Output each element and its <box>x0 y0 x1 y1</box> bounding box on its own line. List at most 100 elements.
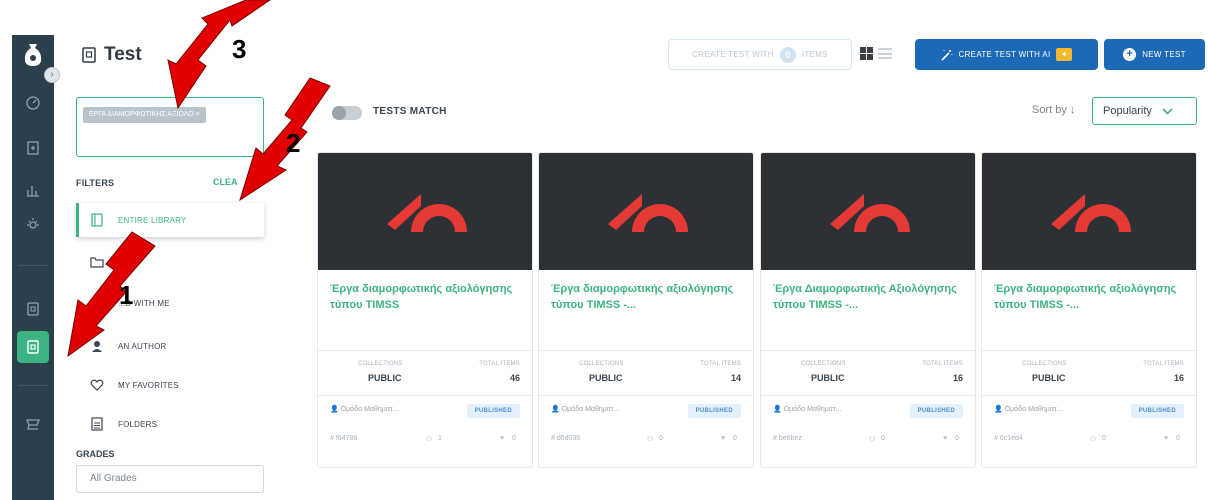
protractor-logo-icon <box>608 193 688 232</box>
expand-icon[interactable]: › <box>44 67 60 83</box>
card-stats: COLLECTIONS PUBLIC TOTAL ITEMS 16 <box>982 350 1196 396</box>
card-meta-row: # be6bez ⚇ 0 ♥ 0 <box>773 435 963 447</box>
user-icon: 👤 <box>773 406 782 413</box>
card-author: Ομάδα Μαθηματ... <box>561 406 620 413</box>
clear-filters-link[interactable]: CLEA <box>213 177 238 187</box>
folders-icon <box>91 417 103 431</box>
create-test-with-items-button[interactable]: CREATE TEST WITH 0 ITEMS <box>668 39 852 70</box>
protractor-logo-icon <box>830 193 910 232</box>
sort-by-text: Sort by <box>1032 104 1067 116</box>
card-author-row: 👤 Ομάδα Μαθηματ... PUBLISHED <box>551 404 741 419</box>
collections-value: PUBLIC <box>589 373 623 383</box>
sort-value: Popularity <box>1103 105 1152 117</box>
filter-by-author[interactable]: AN AUTHOR <box>76 329 264 363</box>
tests-match-label: TESTS MATCH <box>373 106 447 117</box>
card-likes: 0 <box>733 435 737 442</box>
heart-icon[interactable]: ♥ <box>1164 435 1168 442</box>
reports-icon[interactable] <box>21 178 45 202</box>
card-thumbnail <box>761 153 975 270</box>
heart-icon[interactable]: ♥ <box>943 435 947 442</box>
group-icon: ⚇ <box>647 436 654 443</box>
filter-folders[interactable]: FOLDERS <box>76 407 264 441</box>
card-title[interactable]: Έργα Διαμορφωτικής Αξιολόγησης τύπου TIM… <box>773 281 963 313</box>
card-stats: COLLECTIONS PUBLIC TOTAL ITEMS 16 <box>761 350 975 396</box>
card-id: # f64788 <box>330 435 358 442</box>
heart-icon[interactable]: ♥ <box>500 435 504 442</box>
plus-icon: + <box>1123 48 1137 61</box>
card-author-row: 👤 Ομάδα Μαθηματ... PUBLISHED <box>994 404 1184 419</box>
items-label: ITEMS <box>801 50 828 59</box>
total-items-value: 14 <box>730 373 741 383</box>
filter-entire-library[interactable]: ENTIRE LIBRARY <box>76 203 264 237</box>
test-card[interactable]: Έργα διαμορφωτικής αξιολόγησης τύπου TIM… <box>317 152 533 468</box>
status-badge: PUBLISHED <box>909 404 963 418</box>
match-toggle[interactable] <box>332 106 362 120</box>
card-thumbnail <box>982 153 1196 270</box>
card-author: Ομάδα Μαθηματ... <box>1004 406 1063 413</box>
grid-view-icon[interactable] <box>860 47 873 60</box>
logo-bag-icon <box>24 44 42 66</box>
new-test-label: NEW TEST <box>1142 50 1186 59</box>
test-card[interactable]: Έργα διαμορφωτικής αξιολόγησης τύπου TIM… <box>538 152 754 468</box>
collections-label: COLLECTIONS <box>579 361 624 367</box>
insights-icon[interactable] <box>21 212 45 236</box>
card-title[interactable]: Έργα διαμορφωτικής αξιολόγησης τύπου TIM… <box>551 281 741 313</box>
grades-select[interactable]: All Grades <box>76 465 264 493</box>
card-id: # be6bez <box>773 435 802 442</box>
search-filter-chip[interactable]: ΕΡΓΑ ΔΙΑΜΟΡΦΩΤΙΚΗΣ ΑΞΙΟΛΟ × <box>83 107 206 123</box>
new-test-button[interactable]: + NEW TEST <box>1104 39 1205 70</box>
group-icon: ⚇ <box>869 436 876 443</box>
card-id: # d6d035 <box>551 435 581 442</box>
user-icon: 👤 <box>330 406 339 413</box>
card-users: 0 <box>881 435 885 442</box>
card-meta-row: # f64788 ⚇ 1 ♥ 0 <box>330 435 520 447</box>
collections-value: PUBLIC <box>811 373 845 383</box>
magic-wand-icon <box>940 49 953 61</box>
chevron-down-icon <box>1162 107 1173 115</box>
annotation-number-3: 3 <box>232 34 247 64</box>
collections-label: COLLECTIONS <box>358 361 403 367</box>
item-bank-icon[interactable] <box>21 297 45 321</box>
card-users: 0 <box>659 435 663 442</box>
status-badge: PUBLISHED <box>466 404 520 418</box>
grades-heading: GRADES <box>76 449 115 459</box>
nav-rail: › <box>12 35 60 500</box>
filter-my-content[interactable]: ...E <box>76 245 264 279</box>
filter-label: FOLDERS <box>118 419 158 429</box>
user-icon: 👤 <box>994 406 1003 413</box>
card-likes: 0 <box>955 435 959 442</box>
card-title[interactable]: Έργα διαμορφωτικής αξιολόγησης τύπου TIM… <box>994 281 1184 313</box>
card-author: Ομάδα Μαθηματ... <box>783 406 842 413</box>
card-users: 1 <box>438 435 442 442</box>
list-view-icon[interactable] <box>878 48 892 59</box>
test-card[interactable]: Έργα Διαμορφωτικής Αξιολόγησης τύπου TIM… <box>760 152 976 468</box>
filter-my-favorites[interactable]: MY FAVORITES <box>76 368 264 402</box>
card-users: 0 <box>1102 435 1106 442</box>
total-items-label: TOTAL ITEMS <box>479 361 520 367</box>
card-title[interactable]: Έργα διαμορφωτικής αξιολόγησης τύπου TIM… <box>330 281 520 313</box>
collections-label: COLLECTIONS <box>1022 361 1067 367</box>
create-test-with-ai-button[interactable]: CREATE TEST WITH AI ✦ <box>915 39 1098 70</box>
filter-shared-with-me[interactable]: ...D WITH ME <box>76 286 264 320</box>
test-card[interactable]: Έργα διαμορφωτικής αξιολόγησης τύπου TIM… <box>981 152 1197 468</box>
card-thumbnail <box>539 153 753 270</box>
filter-label: ...E <box>118 257 131 267</box>
library-icon <box>91 213 103 227</box>
card-author: Ομάδα Μαθηματ... <box>340 406 399 413</box>
page-title-text: Test <box>104 44 142 65</box>
create-ai-label: CREATE TEST WITH AI <box>958 50 1051 59</box>
heart-icon[interactable]: ♥ <box>721 435 725 442</box>
marketplace-icon[interactable] <box>21 412 45 436</box>
total-items-value: 16 <box>1173 373 1184 383</box>
search-input[interactable]: ΕΡΓΑ ΔΙΑΜΟΡΦΩΤΙΚΗΣ ΑΞΙΟΛΟ × <box>76 97 264 157</box>
sort-select[interactable]: Popularity <box>1092 97 1197 125</box>
card-meta-row: # d6d035 ⚇ 0 ♥ 0 <box>551 435 741 447</box>
assignment-icon[interactable] <box>21 136 45 160</box>
status-badge: PUBLISHED <box>687 404 741 418</box>
dashboard-icon[interactable] <box>21 91 45 115</box>
ai-badge: ✦ <box>1056 48 1073 61</box>
test-library-icon[interactable] <box>17 331 49 363</box>
nav-separator <box>18 265 48 266</box>
total-items-value: 16 <box>952 373 963 383</box>
filters-heading: FILTERS <box>76 178 115 188</box>
